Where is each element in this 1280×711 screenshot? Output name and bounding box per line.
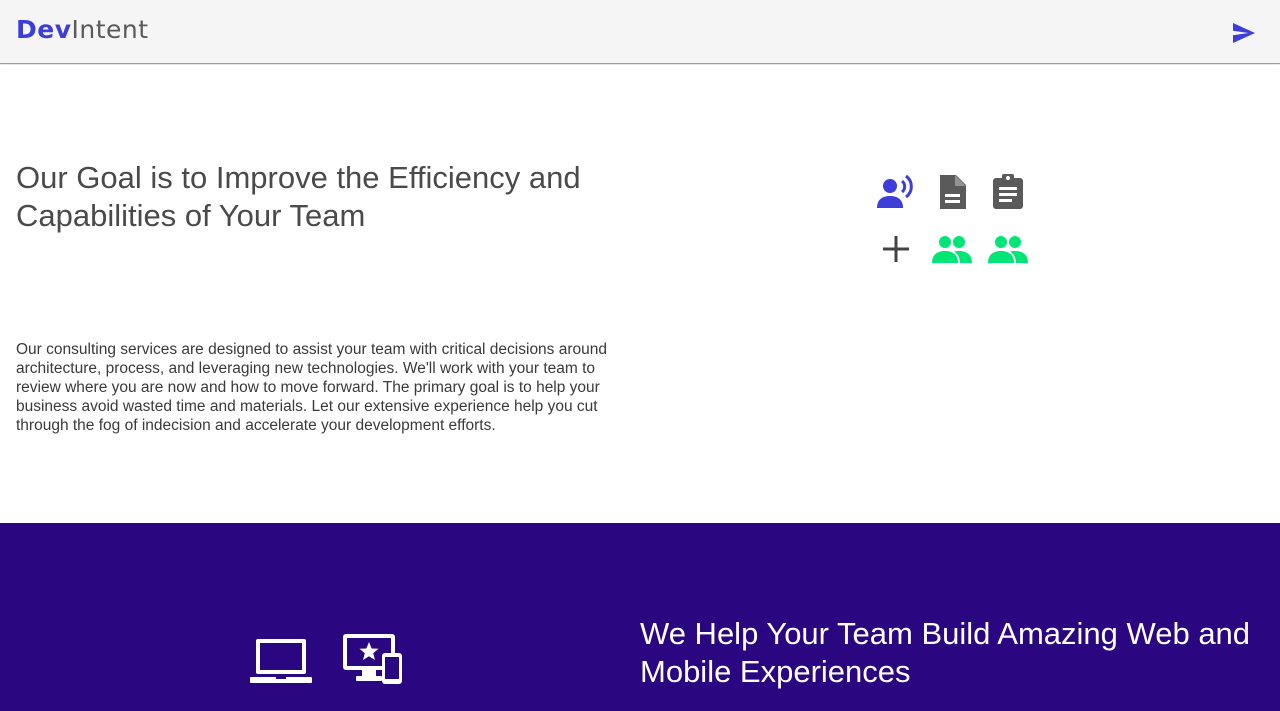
goal-heading: Our Goal is to Improve the Efficiency an… (16, 160, 581, 233)
build-section: We Help Your Team Build Amazing Web and … (0, 523, 1280, 711)
send-button[interactable] (1228, 18, 1260, 48)
people-icon (980, 220, 1036, 277)
build-heading: We Help Your Team Build Amazing Web and … (640, 616, 1251, 689)
top-toolbar: Dev Intent (0, 0, 1280, 64)
description-icon (924, 163, 980, 220)
logo-dev-text: Dev (16, 15, 72, 44)
send-icon (1233, 23, 1255, 43)
goal-section: Our Goal is to Improve the Efficiency an… (0, 65, 1280, 523)
devices-icon (343, 634, 402, 684)
services-icon-grid (868, 163, 1036, 277)
goal-description: Our consulting services are designed to … (16, 341, 607, 434)
web-mobile-icons (250, 633, 404, 685)
laptop-icon (250, 639, 312, 683)
assignment-icon (980, 163, 1036, 220)
add-icon (868, 220, 924, 277)
record-voice-icon (868, 163, 924, 220)
devintent-logo[interactable]: Dev Intent (16, 15, 149, 45)
people-icon (924, 220, 980, 277)
logo-intent-text: Intent (71, 15, 149, 44)
